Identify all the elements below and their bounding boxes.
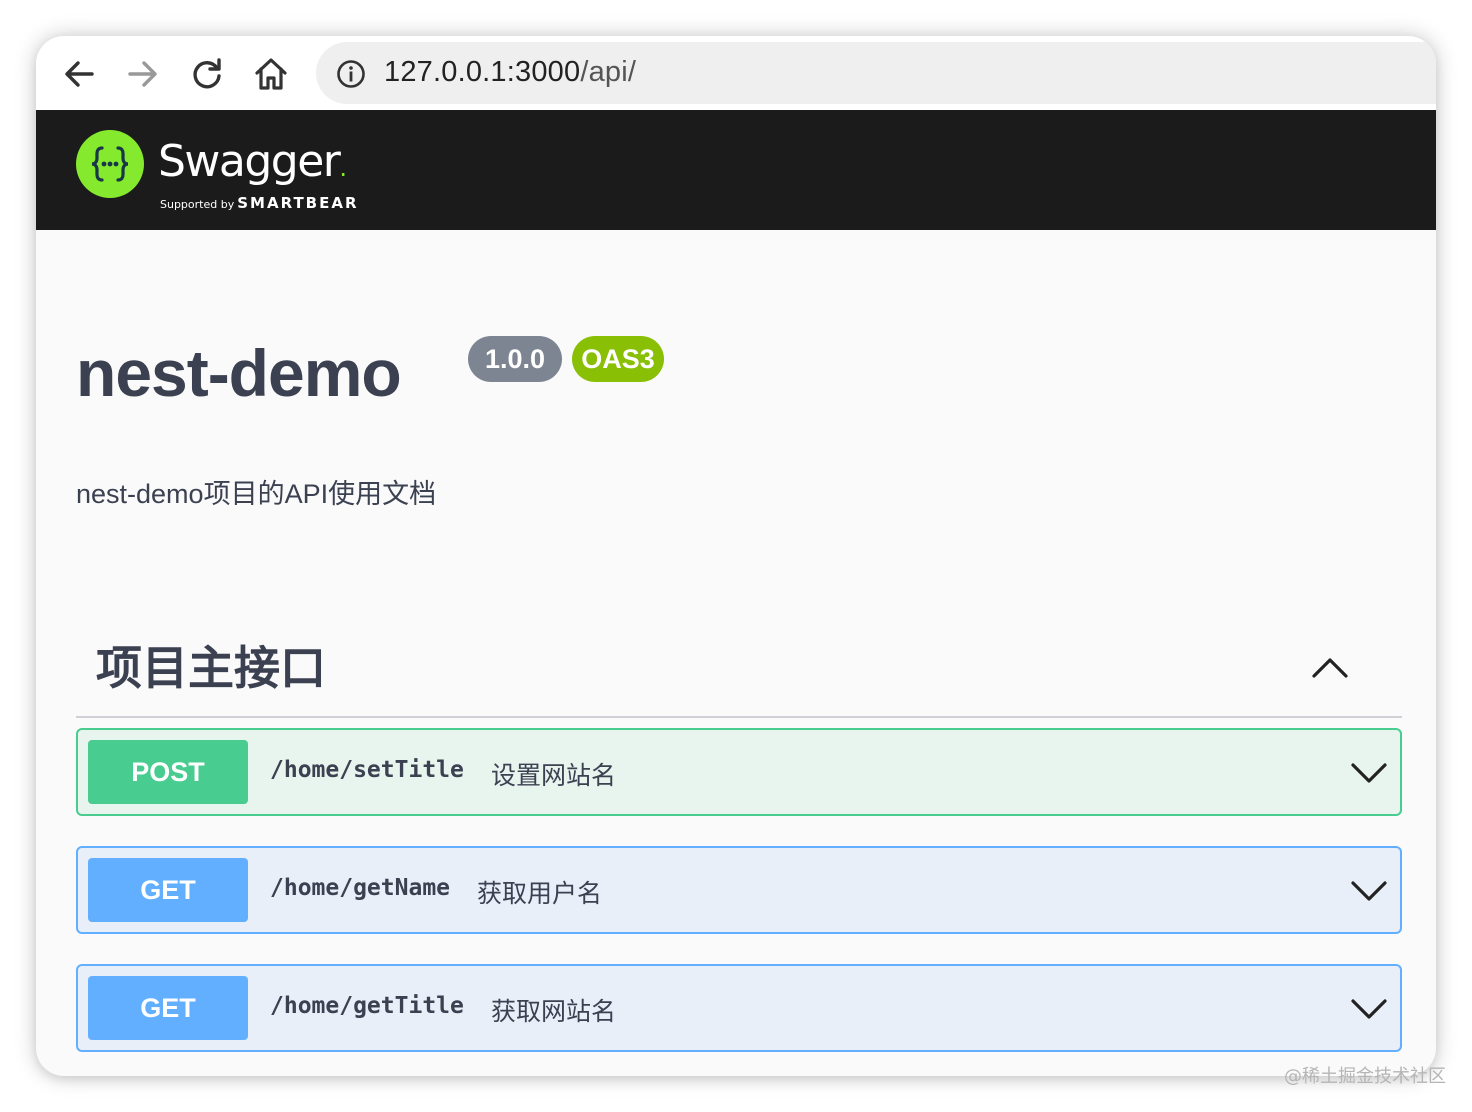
back-icon[interactable] <box>58 53 100 95</box>
watermark: @稀土掘金技术社区 <box>1284 1066 1446 1087</box>
api-title: nest-demo <box>76 336 402 410</box>
method-badge: GET <box>88 858 248 922</box>
chevron-down-icon[interactable] <box>1348 870 1390 912</box>
supported-by: Supported by SMARTBEAR <box>160 194 359 212</box>
browser-toolbar: 127.0.0.1:3000/api/ <box>36 36 1436 110</box>
api-description: nest-demo项目的API使用文档 <box>76 479 437 509</box>
info-icon[interactable] <box>336 59 366 89</box>
operation-path: /home/setTitle <box>270 757 464 783</box>
swagger-wordmark: Swagger. <box>158 136 347 187</box>
version-badge: 1.0.0 <box>468 336 562 382</box>
operation-summary: 获取网站名 <box>491 997 617 1026</box>
brand-name: Swagger <box>158 136 341 187</box>
url-text[interactable]: 127.0.0.1:3000/api/ <box>384 56 636 89</box>
supported-by-label: Supported by <box>160 198 235 211</box>
operation-get-getname[interactable]: GET /home/getName 获取用户名 <box>76 846 1402 934</box>
method-badge: GET <box>88 976 248 1040</box>
home-icon[interactable] <box>250 53 292 95</box>
swagger-braces-icon[interactable] <box>76 130 144 198</box>
operation-get-gettitle[interactable]: GET /home/getTitle 获取网站名 <box>76 964 1402 1052</box>
operation-summary: 获取用户名 <box>477 879 603 908</box>
tag-header[interactable]: 项目主接口 <box>76 622 1402 718</box>
reload-icon[interactable] <box>186 53 228 95</box>
operation-post-settitle[interactable]: POST /home/setTitle 设置网站名 <box>76 728 1402 816</box>
company-name: SMARTBEAR <box>237 194 359 212</box>
oas-badge: OAS3 <box>572 336 664 382</box>
chevron-down-icon[interactable] <box>1348 752 1390 794</box>
method-badge: POST <box>88 740 248 804</box>
logo-dot: . <box>339 154 347 182</box>
url-host: 127.0.0.1:3000 <box>384 56 581 88</box>
operation-path: /home/getName <box>270 875 451 901</box>
operation-summary: 设置网站名 <box>491 761 617 790</box>
tag-title: 项目主接口 <box>96 641 326 695</box>
url-path: /api/ <box>580 56 637 88</box>
address-bar[interactable]: 127.0.0.1:3000/api/ <box>316 42 1436 104</box>
operation-path: /home/getTitle <box>270 993 464 1019</box>
chevron-down-icon[interactable] <box>1348 988 1390 1030</box>
swagger-topbar: Swagger. Supported by SMARTBEAR <box>36 110 1436 230</box>
forward-icon[interactable] <box>122 53 164 95</box>
chevron-up-icon[interactable] <box>1308 646 1352 690</box>
browser-window: 127.0.0.1:3000/api/ Swagger. Supported b… <box>36 36 1436 1076</box>
